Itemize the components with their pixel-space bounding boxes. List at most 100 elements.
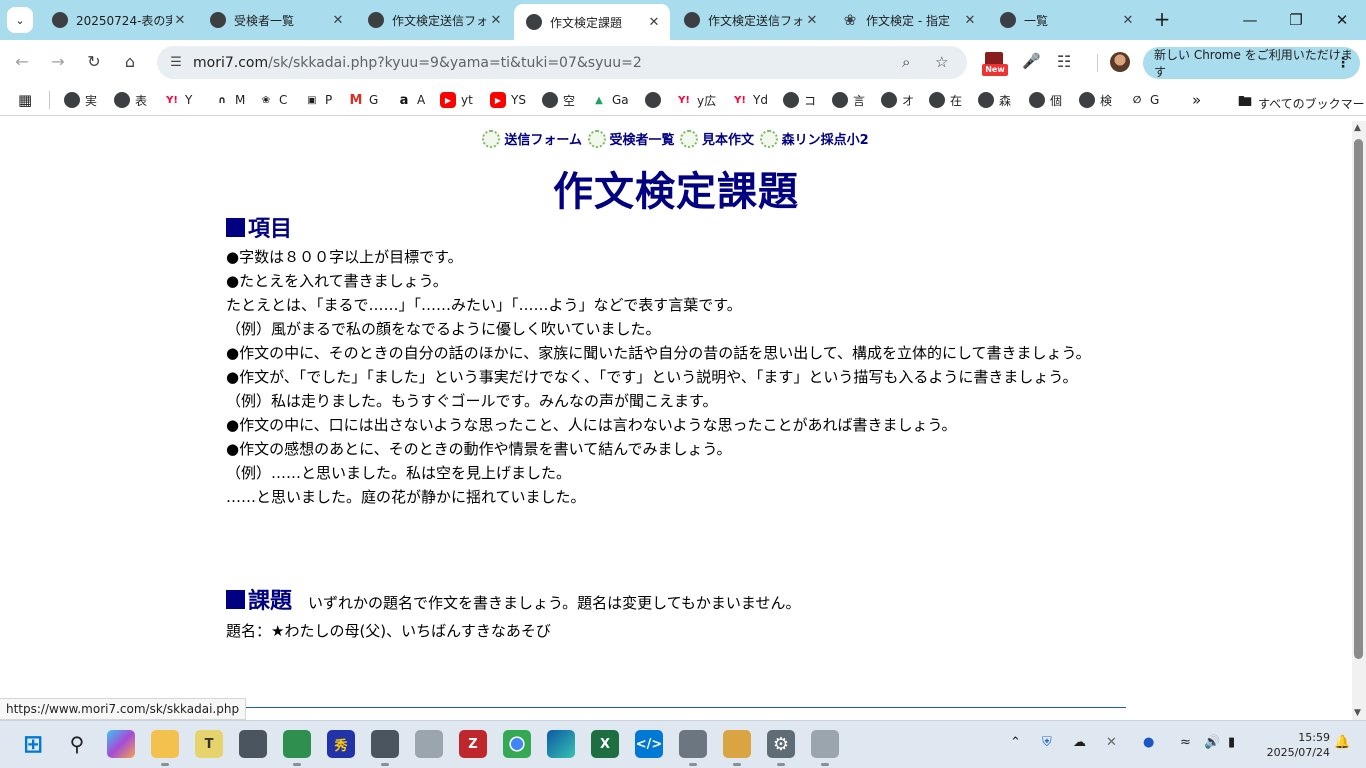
bookmark-item[interactable]: コ <box>783 91 816 109</box>
site-info-icon[interactable]: ☰ <box>167 55 185 70</box>
page-scrollbar[interactable]: ▲ ▼ <box>1352 121 1366 720</box>
kanji-app-icon[interactable]: 秀 <box>327 730 355 758</box>
bookmark-item[interactable]: ▣ P <box>304 91 332 109</box>
vscode-icon[interactable]: </> <box>635 730 663 758</box>
bookmark-item[interactable]: aA <box>396 91 426 109</box>
chrome-update-button[interactable]: 新しい Chrome をご利用いただけます ⋮ <box>1143 47 1360 79</box>
bookmark-item[interactable]: MG <box>348 91 379 109</box>
extensions-icon[interactable]: ☷ <box>1057 52 1071 71</box>
browser-tab[interactable]: 20250724-表の実 ✕ <box>40 4 196 36</box>
bookmark-item[interactable]: 空 <box>542 91 575 109</box>
webcam-app-icon[interactable] <box>415 730 443 758</box>
volume-icon[interactable]: 🔊 <box>1204 735 1220 750</box>
apps-grid-icon[interactable]: ▦ <box>18 91 32 109</box>
scrollbar-thumb[interactable] <box>1354 139 1363 659</box>
tab-close-icon[interactable]: ✕ <box>330 13 346 28</box>
bookmark-item[interactable]: 言 <box>832 91 865 109</box>
tab-close-icon[interactable]: ✕ <box>488 13 504 28</box>
tab-close-icon[interactable]: ✕ <box>1120 13 1136 28</box>
bookmark-item[interactable]: 表 <box>114 91 147 109</box>
camera-app-icon[interactable] <box>239 730 267 758</box>
nav-link-sample-essay[interactable]: 見本作文 <box>702 133 754 148</box>
cloud-off-icon[interactable]: ☁ <box>1073 735 1086 750</box>
forward-button[interactable]: → <box>46 50 70 74</box>
bookmark-item[interactable]: 検 <box>1079 91 1112 109</box>
bookmark-item[interactable]: 実 <box>64 91 97 109</box>
bookmark-item[interactable]: ∅ G <box>1129 91 1160 109</box>
webcam-app-2-icon[interactable] <box>811 730 839 766</box>
scroll-down-icon[interactable]: ▼ <box>1354 708 1361 718</box>
bookmark-item[interactable]: 森 <box>978 91 1011 109</box>
excel-icon[interactable]: X <box>591 730 619 758</box>
tab-close-icon[interactable]: ✕ <box>172 13 188 28</box>
taskbar-clock[interactable]: 15:59 2025/07/24 <box>1262 730 1330 760</box>
wifi-icon[interactable]: ≈ <box>1180 735 1191 750</box>
browser-tab[interactable]: 受検者一覧 ✕ <box>198 4 354 36</box>
browser-tab-active[interactable]: 作文検定課題 ✕ <box>514 4 670 40</box>
tab-search-button[interactable]: ⌄ <box>7 7 33 33</box>
edge-icon[interactable] <box>547 730 575 758</box>
security-app-icon[interactable] <box>679 730 707 766</box>
square-icon <box>226 218 245 237</box>
close-window-button[interactable]: ✕ <box>1330 8 1354 32</box>
new-extension-button[interactable]: New <box>982 52 1008 78</box>
bookmark-item[interactable]: 在 <box>929 91 962 109</box>
file-explorer-icon[interactable] <box>151 730 179 766</box>
bookmark-item[interactable]: ▲ Ga <box>591 91 629 109</box>
more-bookmarks-icon[interactable]: » <box>1192 91 1201 109</box>
copilot-icon[interactable] <box>107 730 135 758</box>
zoom-icon[interactable]: ⌕ <box>902 53 910 71</box>
cross-tray-icon[interactable]: ✕ <box>1106 735 1117 750</box>
nav-link-examinee-list[interactable]: 受検者一覧 <box>610 133 675 148</box>
tab-close-icon[interactable]: ✕ <box>804 13 820 28</box>
nav-link-send-form[interactable]: 送信フォーム <box>504 133 582 148</box>
start-windows-icon[interactable]: ⊞ <box>19 730 47 758</box>
browser-tab[interactable]: ❀ 作文検定 - 指定 ✕ <box>830 4 986 36</box>
notepad-app-icon[interactable]: T <box>195 730 223 758</box>
shield-icon[interactable]: ⛨ <box>1042 735 1052 750</box>
onedrive-icon[interactable]: ● <box>1143 735 1154 750</box>
bookmark-item[interactable]: 個 <box>1029 91 1062 109</box>
profile-avatar[interactable] <box>1110 52 1130 72</box>
sheet-app-icon[interactable] <box>283 730 311 766</box>
bookmark-item[interactable]: Y! y広 <box>676 91 716 109</box>
address-bar[interactable]: ☰ mori7.com/sk/skkadai.php?kyuu=9&yama=t… <box>157 46 967 79</box>
bookmark-item[interactable]: オ <box>881 91 914 109</box>
browser-tab[interactable]: 作文検定送信フォ ✕ <box>672 4 828 36</box>
restore-button[interactable]: ❐ <box>1284 8 1308 32</box>
youtube-icon: ▶ <box>440 92 456 108</box>
bookmark-item[interactable]: Y! Yd <box>732 91 768 109</box>
browser-tab[interactable]: 一覧 ✕ <box>988 4 1144 36</box>
bookmark-item[interactable] <box>645 91 666 109</box>
filezilla-icon[interactable]: Z <box>459 730 487 758</box>
notification-icon[interactable]: 🔔 <box>1334 735 1350 750</box>
minimize-button[interactable]: — <box>1238 8 1262 32</box>
search-icon[interactable]: ⚲ <box>63 730 91 758</box>
battery-icon[interactable]: ▮ <box>1228 735 1235 750</box>
bookmark-item[interactable]: Y! Y <box>164 91 192 109</box>
chrome-icon[interactable] <box>503 730 531 758</box>
bookmark-item[interactable]: ▶ yt <box>440 91 473 109</box>
tray-overflow-icon[interactable]: ⌃ <box>1010 735 1021 750</box>
browser-tab[interactable]: 作文検定送信フォ ✕ <box>356 4 512 36</box>
bookmark-star-icon[interactable]: ☆ <box>935 53 948 71</box>
nav-link-morilin-scoring[interactable]: 森リン採点小2 <box>782 133 869 148</box>
settings-gear-icon[interactable]: ⚙ <box>767 730 795 766</box>
new-tab-button[interactable]: + <box>1150 8 1174 32</box>
tab-close-icon[interactable]: ✕ <box>962 13 978 28</box>
scroll-up-icon[interactable]: ▲ <box>1354 123 1361 133</box>
home-button[interactable]: ⌂ <box>118 50 142 74</box>
reload-button[interactable]: ↻ <box>82 50 106 74</box>
bookmark-label: C <box>279 93 288 107</box>
bookmark-item[interactable]: ▶ YS <box>490 91 526 109</box>
url-text[interactable]: mori7.com/sk/skkadai.php?kyuu=9&yama=ti&… <box>193 55 642 71</box>
back-button[interactable]: ← <box>10 50 34 74</box>
camera-app-2-icon[interactable] <box>371 730 399 766</box>
bookmark-item[interactable]: ❀ C <box>258 91 288 109</box>
bookmark-item[interactable]: ∩ M <box>214 91 245 109</box>
tab-close-icon[interactable]: ✕ <box>646 15 662 30</box>
menu-dots-icon[interactable]: ⋮ <box>1336 55 1350 71</box>
microphone-icon[interactable]: 🎤 <box>1022 52 1041 70</box>
all-bookmarks-button[interactable]: 🖿 すべてのブックマーク <box>1238 91 1366 115</box>
edit-app-icon[interactable] <box>723 730 751 766</box>
